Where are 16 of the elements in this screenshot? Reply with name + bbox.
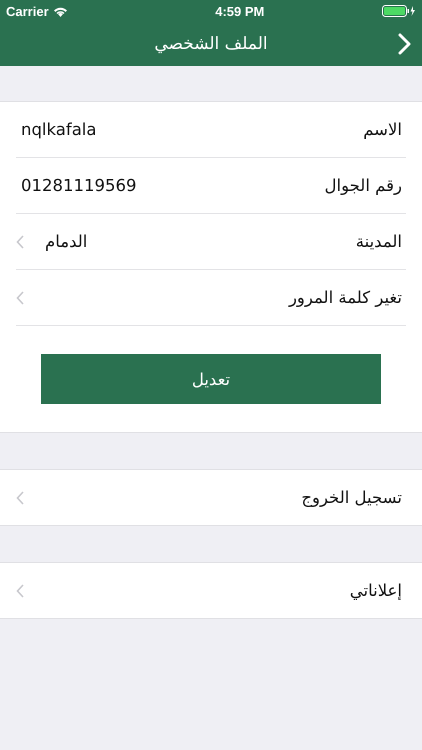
chevron-icon (16, 234, 25, 248)
list-item[interactable]: الدمام المدينة (16, 214, 406, 269)
edit-button[interactable]: تعديل (41, 354, 381, 404)
wifi-icon (52, 6, 68, 16)
carrier-label: Carrier (6, 4, 49, 18)
field-value: nqlkafala (21, 120, 97, 139)
list-item[interactable]: تغير كلمة المرور (16, 270, 406, 325)
field-label: الاسم (363, 120, 402, 139)
field-label: رقم الجوال (324, 176, 402, 195)
chevron-icon (16, 490, 25, 504)
clock-time: 4:59 PM (215, 4, 264, 18)
screen-title: الملف الشخصي (154, 34, 268, 54)
field-value: 01281119569 (21, 176, 136, 195)
battery-icon (382, 5, 416, 17)
chevron-icon (16, 584, 25, 598)
chevron-icon (16, 290, 25, 304)
